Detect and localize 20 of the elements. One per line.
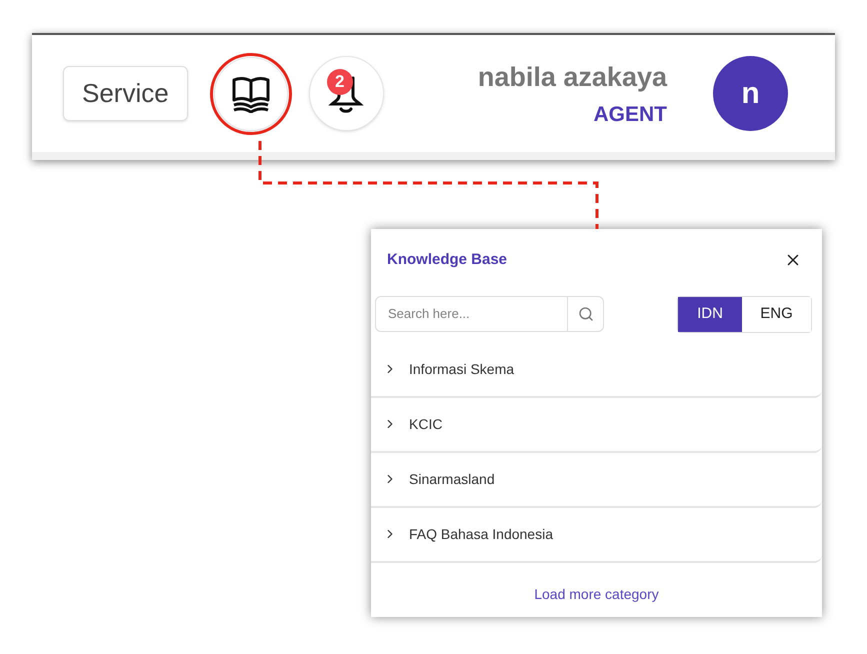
user-avatar[interactable]: n [713,56,788,131]
search-field[interactable]: Search here... [375,296,568,332]
user-role: AGENT [594,102,667,128]
category-label: Sinarmasland [409,470,495,488]
panel-title: Knowledge Base [387,250,508,270]
category-label: Informasi Skema [409,360,514,378]
service-button[interactable]: Service [63,66,188,121]
category-label: KCIC [409,414,442,434]
category-row[interactable]: FAQ Bahasa Indonesia [371,508,822,562]
bell-icon [328,74,364,114]
book-icon [230,74,271,112]
category-row[interactable]: Informasi Skema [371,342,822,398]
search-icon [578,306,594,322]
search-button[interactable] [568,296,604,332]
category-row[interactable]: Sinarmasland [371,452,822,508]
load-more-link[interactable]: Load more category [534,584,659,605]
category-row[interactable]: KCIC [371,398,822,452]
category-label: FAQ Bahasa Indonesia [409,524,553,544]
user-name: nabila azakaya [478,60,667,94]
language-tab[interactable]: IDN [678,296,742,332]
